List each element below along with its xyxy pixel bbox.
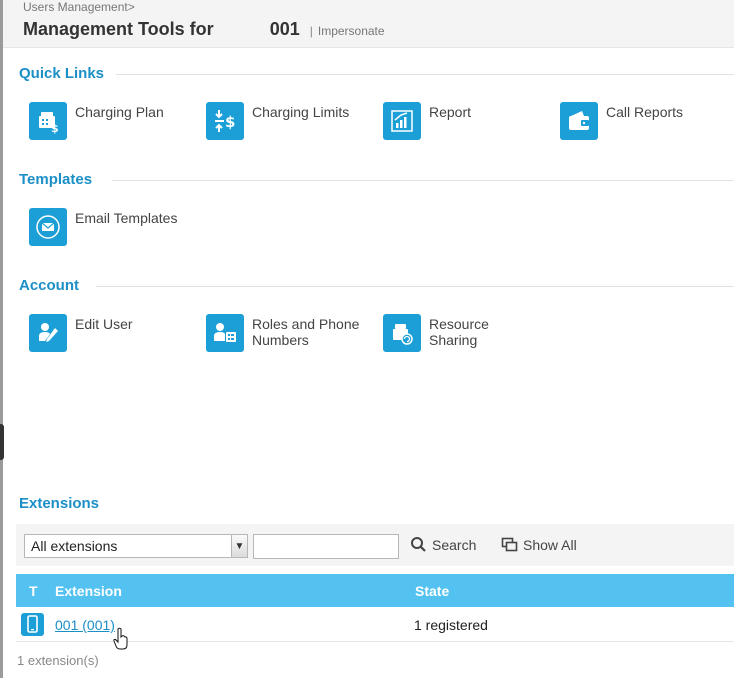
title-row: Management Tools for 001 | Impersonate	[23, 19, 385, 40]
resource-sharing-icon	[383, 314, 421, 352]
section-divider	[116, 74, 734, 75]
show-all-icon	[501, 537, 518, 552]
tool-label: Edit User	[75, 316, 133, 332]
section-title-templates: Templates	[19, 171, 93, 188]
show-all-button[interactable]: Show All	[501, 536, 577, 553]
select-value: All extensions	[31, 538, 118, 554]
svg-text:$: $	[225, 113, 235, 131]
call-reports-icon	[560, 102, 598, 140]
tool-label: Charging Limits	[252, 104, 350, 120]
page-header: Users Management> Management Tools for 0…	[3, 0, 734, 48]
search-button-label: Search	[432, 536, 477, 553]
column-header-type[interactable]: T	[29, 583, 38, 599]
quick-link-report[interactable]: Report	[383, 102, 553, 140]
charging-plan-icon: $	[29, 102, 67, 140]
envelope-icon	[29, 208, 67, 246]
hand-pointer-cursor-icon	[113, 627, 128, 650]
extension-link[interactable]: 001 (001)	[55, 617, 115, 633]
section-title-quick-links: Quick Links	[19, 65, 105, 82]
tool-label: Roles and Phone Numbers	[252, 316, 360, 348]
quick-link-call-reports[interactable]: Call Reports	[560, 102, 730, 140]
tool-label: Report	[429, 104, 472, 120]
window-edge	[0, 0, 3, 678]
quick-link-charging-plan[interactable]: $ Charging Plan	[29, 102, 199, 140]
show-all-button-label: Show All	[523, 536, 577, 553]
section-title-account: Account	[19, 277, 79, 294]
section-title-extensions: Extensions	[19, 495, 100, 512]
account-edit-user[interactable]: Edit User	[29, 314, 199, 352]
tool-label: Charging Plan	[75, 104, 164, 120]
edge-handle[interactable]	[0, 424, 4, 460]
extension-search-input[interactable]	[253, 534, 399, 559]
charging-limits-icon: $	[206, 102, 244, 140]
template-email-templates[interactable]: Email Templates	[29, 208, 199, 246]
report-icon	[383, 102, 421, 140]
tool-label: Email Templates	[75, 210, 178, 226]
extension-state: 1 registered	[414, 617, 488, 633]
svg-text:$: $	[51, 122, 59, 134]
extension-filter-select[interactable]: All extensions ▼	[24, 534, 248, 558]
tool-label: Call Reports	[606, 104, 684, 120]
edit-user-icon	[29, 314, 67, 352]
section-divider	[112, 180, 734, 181]
search-icon	[411, 537, 426, 552]
extension-count: 1 extension(s)	[17, 653, 99, 668]
account-roles-phone-numbers[interactable]: Roles and Phone Numbers	[206, 314, 376, 352]
column-header-extension[interactable]: Extension	[55, 583, 122, 599]
breadcrumb[interactable]: Users Management>	[23, 0, 135, 14]
search-button[interactable]: Search	[410, 536, 476, 553]
account-resource-sharing[interactable]: Resource Sharing	[383, 314, 553, 352]
column-header-state[interactable]: State	[415, 583, 449, 599]
user-id: 001	[269, 19, 300, 39]
chevron-down-icon[interactable]: ▼	[231, 535, 247, 557]
quick-link-charging-limits[interactable]: $ Charging Limits	[206, 102, 376, 140]
section-divider	[96, 286, 734, 287]
title-separator: |	[309, 24, 313, 38]
impersonate-link[interactable]: Impersonate	[318, 24, 385, 38]
extensions-filter-bar: All extensions ▼ Search Show All	[16, 524, 734, 566]
phone-icon	[21, 613, 44, 636]
extensions-table-header: T Extension State	[16, 574, 734, 607]
page-title: Management Tools for	[23, 19, 214, 39]
tool-label: Resource Sharing	[429, 316, 489, 348]
roles-icon	[206, 314, 244, 352]
